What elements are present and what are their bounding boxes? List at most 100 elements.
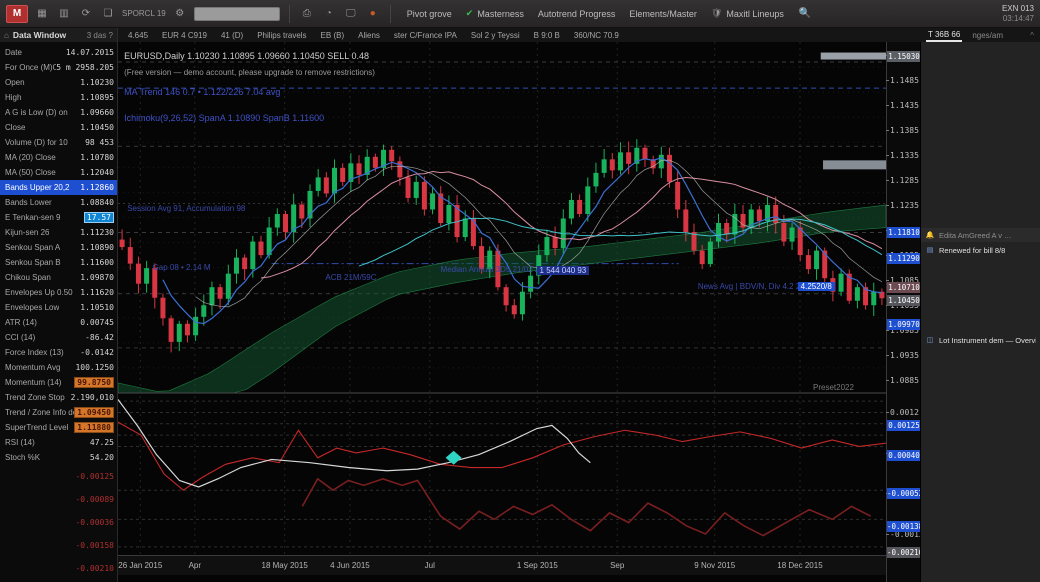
row-label: Open <box>5 78 25 87</box>
layers-icon[interactable]: ❏ <box>100 6 116 22</box>
row-value: -0.00210 <box>75 564 114 573</box>
symbol-search-input[interactable] <box>194 7 280 21</box>
price-tick: 1.1385 <box>890 126 919 135</box>
quick-item-1[interactable]: EUR 4 C919 <box>162 31 207 40</box>
chevron-up-icon[interactable]: ^ <box>1030 31 1034 40</box>
record-icon[interactable]: ● <box>365 6 381 22</box>
panel-tab-1[interactable]: nges/am <box>970 30 1005 41</box>
row-value: 98 453 <box>85 138 114 147</box>
data-window-row[interactable]: ATR (14)0.00745 <box>0 315 117 330</box>
data-window-row[interactable]: High1.10895 <box>0 90 117 105</box>
monitor-icon[interactable]: 🖵 <box>343 6 359 22</box>
row-value: 47.25 <box>90 438 114 447</box>
price-axis[interactable]: Quote › 1.15351.14851.14351.13851.13351.… <box>886 42 920 582</box>
data-window-row[interactable]: MA (50) Close1.12040 <box>0 165 117 180</box>
gear-icon[interactable]: ⚙ <box>172 6 188 22</box>
menu-item-4[interactable]: 🛡Maxitl Lineups <box>704 6 791 21</box>
quick-item-0[interactable]: 4.645 <box>128 31 148 40</box>
new-order-icon[interactable]: ▦ <box>34 6 50 22</box>
quick-item-7[interactable]: Sol 2 y Teyssi <box>471 31 520 40</box>
data-window-row[interactable]: MA (20) Close1.10780 <box>0 150 117 165</box>
data-window-row[interactable]: E Tenkan-sen 917.57 <box>0 210 117 225</box>
print-icon[interactable]: ⎙ <box>299 6 315 22</box>
panel-list-item[interactable]: ▤Renewed for bill 8/8 <box>921 243 1040 257</box>
panel-item-text: Lot Instrument dem — Overview <box>939 336 1036 345</box>
chart-annotation: 4.2520/8 <box>798 282 835 291</box>
price-tick: 1.1435 <box>890 101 919 110</box>
data-window-row[interactable]: Bands Upper 20,21.12860 <box>0 180 117 195</box>
data-window-row[interactable]: Force Index (13)-0.0142 <box>0 345 117 360</box>
data-window-row[interactable]: -0.00158 <box>0 534 117 557</box>
panel-tab-0[interactable]: T 36B 66 <box>926 29 962 42</box>
data-window-row[interactable]: Open1.10230 <box>0 75 117 90</box>
search-icon[interactable]: 🔍 <box>797 6 813 22</box>
row-label: Date <box>5 48 22 57</box>
data-window-row[interactable]: SuperTrend Level1.11880 <box>0 420 117 435</box>
clock-icon[interactable]: ◔ <box>321 6 337 22</box>
data-window-row[interactable]: Date14.07.2015 <box>0 45 117 60</box>
data-window-row[interactable]: Stoch %K54.20 <box>0 450 117 465</box>
price-tick: 1.1285 <box>890 176 919 185</box>
data-window-row[interactable]: Envelopes Up 0.501.11620 <box>0 285 117 300</box>
menu-item-3[interactable]: Elements/Master <box>622 6 704 21</box>
data-window-row[interactable]: -0.00036 <box>0 511 117 534</box>
price-tag: 1.11810 <box>887 227 921 238</box>
data-window-row[interactable]: Trend / Zone Info dell1.09450 <box>0 405 117 420</box>
price-chart[interactable]: EURUSD,Daily 1.10230 1.10895 1.09660 1.1… <box>118 42 886 555</box>
app-logo[interactable]: M <box>6 5 28 23</box>
menu-item-2[interactable]: Autotrend Progress <box>531 6 623 21</box>
quick-item-5[interactable]: Aliens <box>358 31 380 40</box>
row-value: 1.09450 <box>74 407 114 418</box>
right-panel-tabs: T 36B 66 nges/am ^ <box>920 29 1040 42</box>
panel-list-item[interactable]: 🔔Edita AmGreed A v … <box>921 228 1040 242</box>
row-label: Senkou Span A <box>5 243 60 252</box>
data-window-row[interactable]: Momentum (14)99.8750 <box>0 375 117 390</box>
time-axis[interactable]: 26 Jan 2015Apr18 May 20154 Jun 2015Jul1 … <box>118 555 886 575</box>
quick-item-9[interactable]: 360/NC 70.9 <box>574 31 619 40</box>
data-window-row[interactable]: CCI (14)-86.42 <box>0 330 117 345</box>
data-window-help[interactable]: 3 das ? <box>87 31 113 40</box>
quick-info-strip: 4.645 EUR 4 C919 41 (D) Philips travels EB (… <box>118 31 920 40</box>
time-tick: 9 Nov 2015 <box>694 561 735 570</box>
quick-item-4[interactable]: EB (B) <box>321 31 345 40</box>
quick-item-2[interactable]: 41 (D) <box>221 31 243 40</box>
row-label: Momentum Avg <box>5 363 60 372</box>
data-window-row[interactable]: Bands Lower1.08840 <box>0 195 117 210</box>
data-window-row[interactable]: For Once (M)ODS Grinet5 m 2958.205 <box>0 60 117 75</box>
row-label: Chikou Span <box>5 273 51 282</box>
menu-item-0[interactable]: Pivot grove <box>400 6 459 21</box>
quick-item-6[interactable]: ster C/France IPA <box>394 31 457 40</box>
row-value: -0.00158 <box>75 541 114 550</box>
quick-item-3[interactable]: Philips travels <box>257 31 306 40</box>
refresh-icon[interactable]: ⟳ <box>78 6 94 22</box>
panel-item-text: Edita AmGreed A v … <box>939 231 1012 240</box>
data-window-row[interactable]: Momentum Avg100.1250 <box>0 360 117 375</box>
data-window-row[interactable]: Senkou Span A1.10890 <box>0 240 117 255</box>
data-window-row[interactable]: Close1.10450 <box>0 120 117 135</box>
row-value: -86.42 <box>85 333 114 342</box>
server-time: 03:14:47 <box>1002 14 1034 24</box>
row-label: Close <box>5 123 25 132</box>
data-window-row[interactable]: Volume (D) for 1098 453 <box>0 135 117 150</box>
price-tag: 0.00040 <box>887 450 921 461</box>
chart-grid-icon[interactable]: ▥ <box>56 6 72 22</box>
data-window-row[interactable]: Chikou Span1.09870 <box>0 270 117 285</box>
data-window-header[interactable]: ⌂ Data Window 3 das ? <box>0 28 118 42</box>
data-window-row[interactable]: RSI (14)47.25 <box>0 435 117 450</box>
data-window-row[interactable]: -0.00210 <box>0 557 117 580</box>
data-window-row[interactable]: Senkou Span B1.11600 <box>0 255 117 270</box>
data-window-row[interactable]: A G is Low (D) on1.09660 <box>0 105 117 120</box>
row-value: 1.12860 <box>80 183 114 192</box>
data-window-row[interactable]: Trend Zone Stop2.190,010 <box>0 390 117 405</box>
data-window-row[interactable]: Kijun-sen 261.11230 <box>0 225 117 240</box>
row-value: 99.8750 <box>74 377 114 388</box>
doc-icon: ▤ <box>925 245 935 255</box>
menu-item-1[interactable]: ✔Masterness <box>459 6 531 21</box>
home-icon: ⌂ <box>4 31 9 40</box>
quick-item-8[interactable]: B 9:0 B <box>534 31 560 40</box>
panel-list-item[interactable]: ◫Lot Instrument dem — Overview <box>921 333 1040 347</box>
time-tick: Sep <box>610 561 624 570</box>
data-window-row[interactable]: -0.00125 <box>0 465 117 488</box>
data-window-row[interactable]: Envelopes Low1.10510 <box>0 300 117 315</box>
data-window-row[interactable]: -0.00089 <box>0 488 117 511</box>
